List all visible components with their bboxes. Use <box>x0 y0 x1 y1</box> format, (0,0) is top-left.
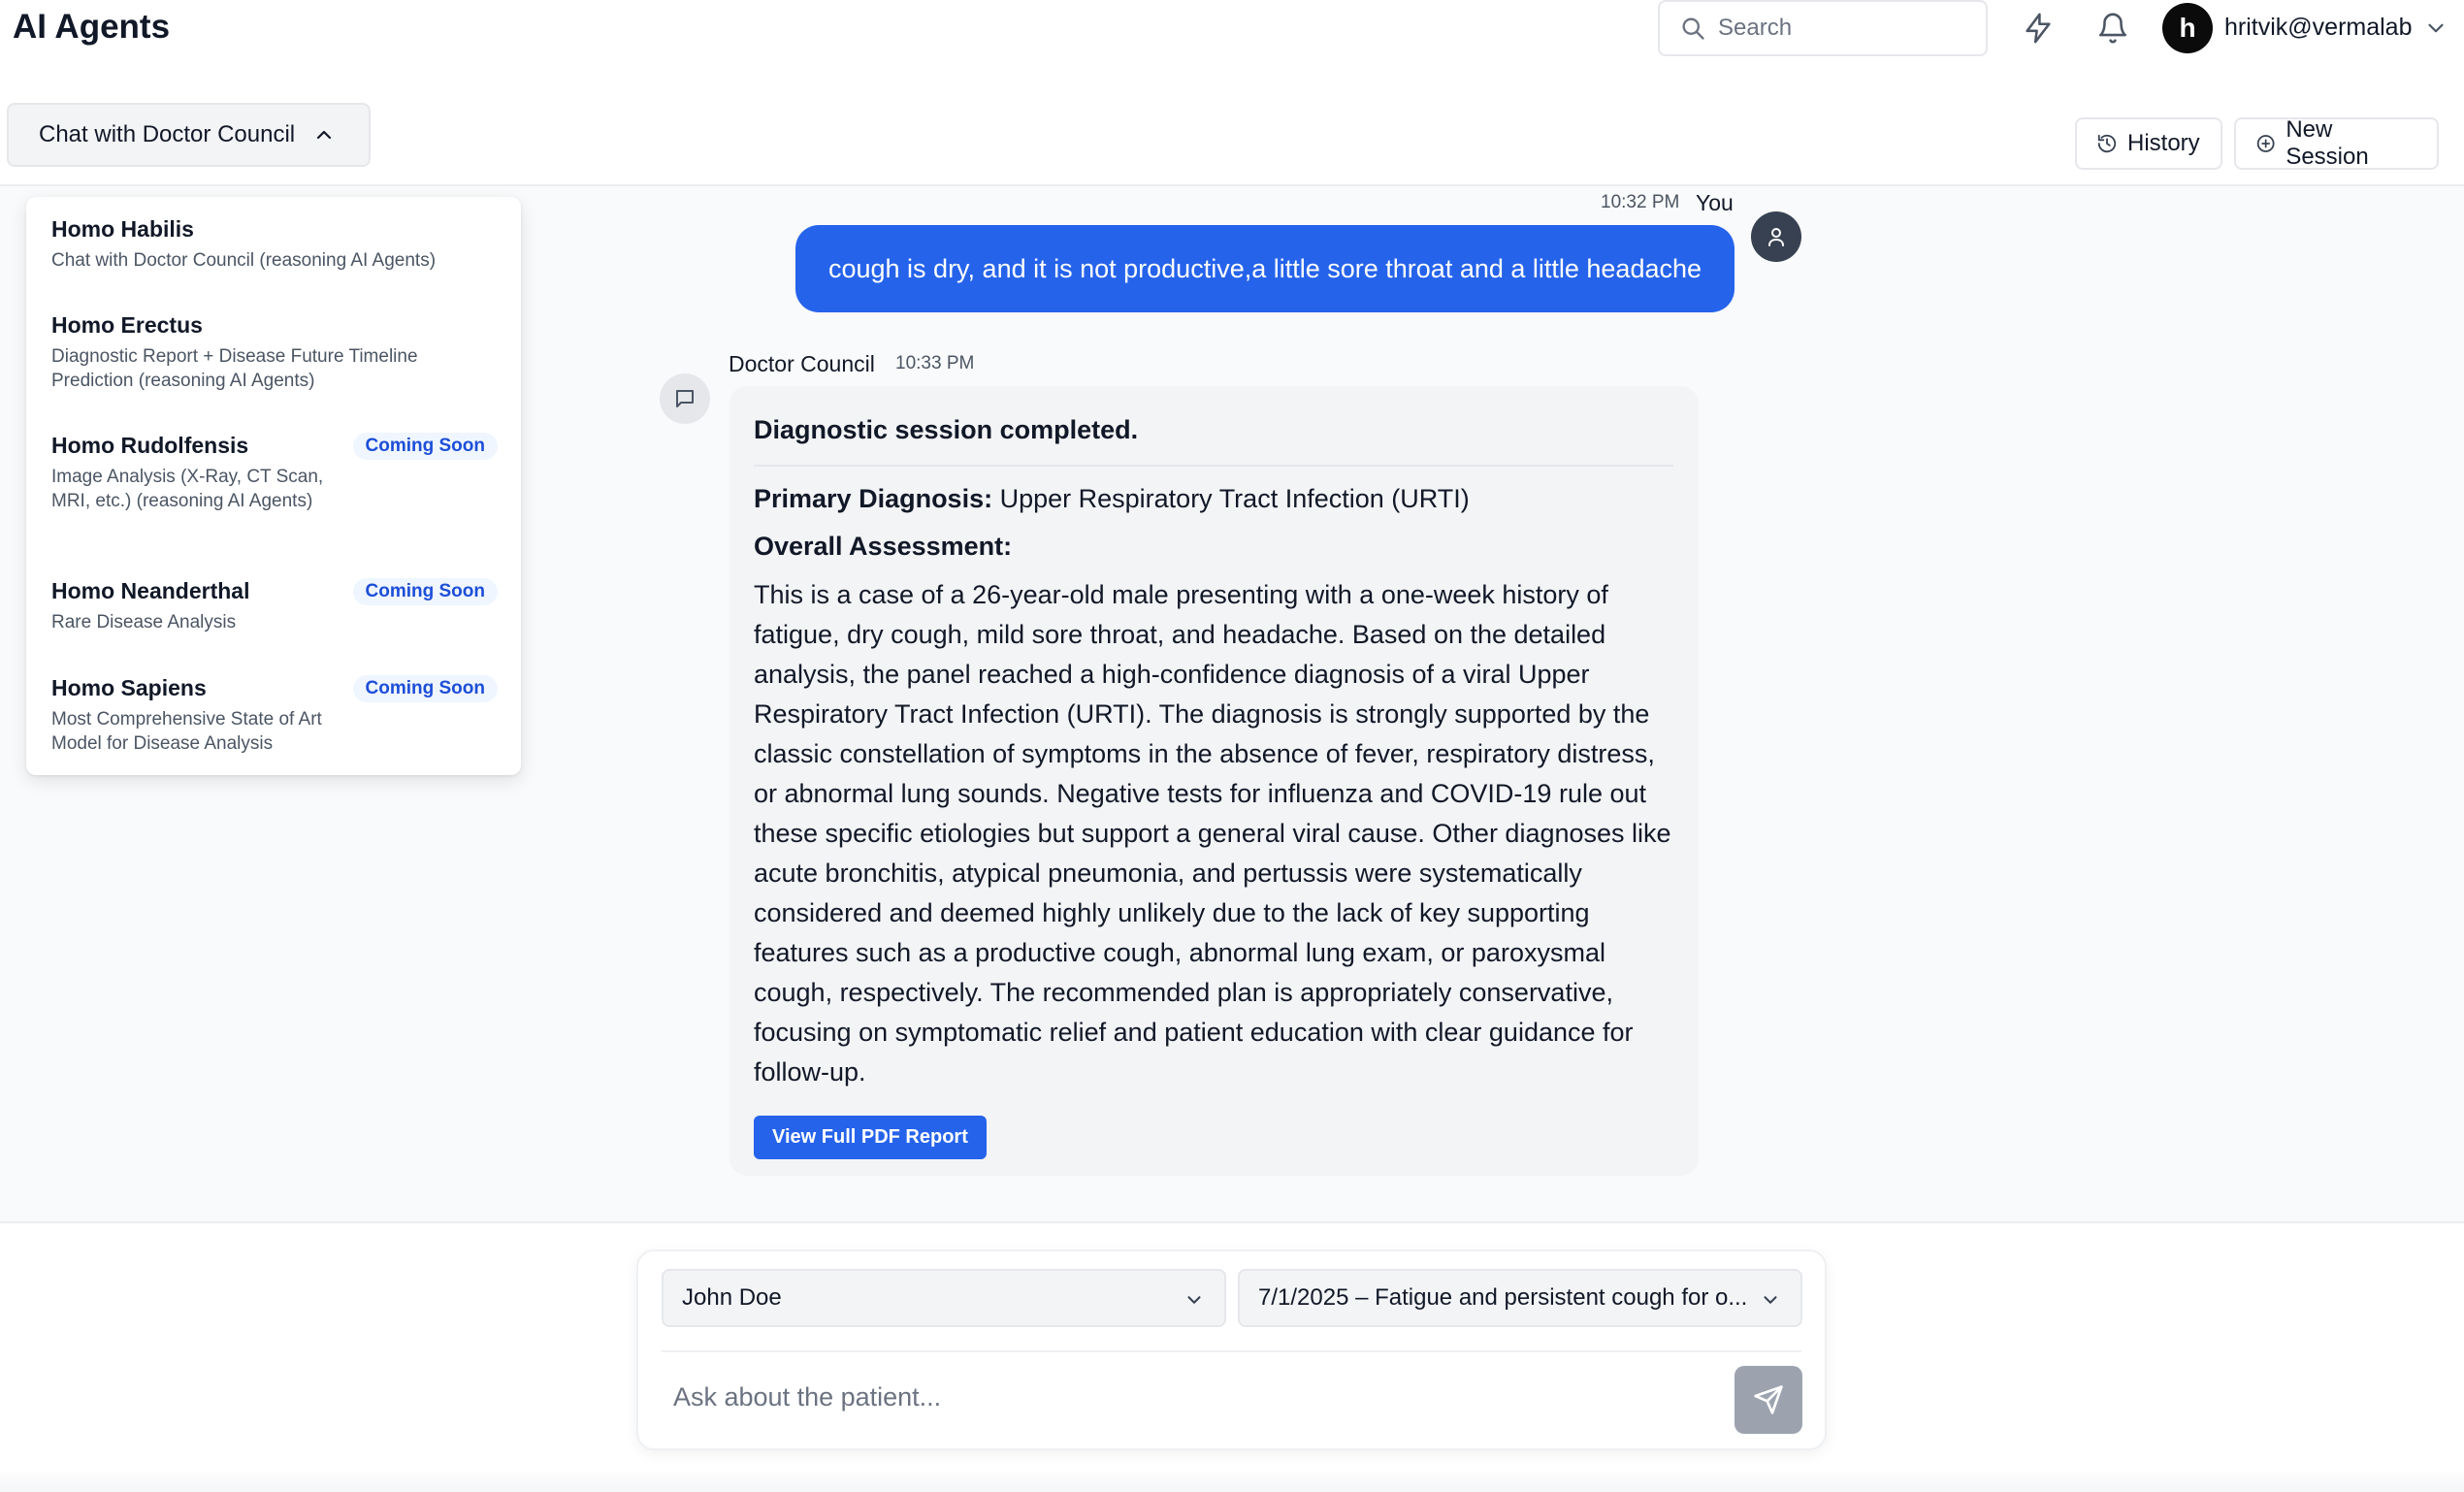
coming-soon-badge: Coming Soon <box>352 675 498 702</box>
agent-item-homo-sapiens[interactable]: Homo Sapiens Most Comprehensive State of… <box>51 675 498 756</box>
chevron-down-icon <box>1764 1296 1777 1304</box>
send-icon <box>1754 1385 1783 1414</box>
bell-icon <box>2098 13 2127 44</box>
card-divider <box>754 465 1673 467</box>
agent-item-description: Rare Disease Analysis <box>51 612 237 632</box>
agent-item-description: Chat with Doctor Council (reasoning AI A… <box>51 250 437 271</box>
history-button[interactable]: History <box>2075 117 2222 170</box>
agent-item-title: Homo Habilis <box>51 216 194 242</box>
new-session-label: New Session <box>2286 116 2369 170</box>
search-box[interactable] <box>1658 0 1988 56</box>
agent-item-description: Diagnostic Report + Disease Future Timel… <box>51 346 418 391</box>
agent-item-homo-neanderthal[interactable]: Homo Neanderthal Rare Disease Analysis C… <box>51 578 498 634</box>
primary-diagnosis-value: Upper Respiratory Tract Infection (URTI) <box>992 484 1470 513</box>
agent-item-homo-habilis[interactable]: Homo Habilis Chat with Doctor Council (r… <box>51 216 498 273</box>
view-pdf-report-button[interactable]: View Full PDF Report <box>754 1116 987 1159</box>
agent-item-homo-erectus[interactable]: Homo Erectus Diagnostic Report + Disease… <box>51 312 498 393</box>
bot-message-card: Diagnostic session completed. Primary Di… <box>729 386 1699 1176</box>
visit-select[interactable]: 7/1/2025 – Fatigue and persistent cough … <box>1238 1269 1802 1327</box>
notifications-button[interactable] <box>2091 6 2135 50</box>
agents-dropdown: Homo Habilis Chat with Doctor Council (r… <box>26 197 521 775</box>
chevron-down-icon <box>1187 1296 1201 1304</box>
search-icon <box>1682 17 1704 40</box>
patient-select-value: John Doe <box>682 1284 782 1311</box>
user-message-time: 10:32 PM <box>1601 192 1680 212</box>
coming-soon-badge: Coming Soon <box>352 578 498 605</box>
composer-divider <box>662 1350 1801 1352</box>
bolt-icon <box>2026 13 2051 44</box>
send-button[interactable] <box>1735 1366 1802 1434</box>
plus-circle-icon <box>2256 135 2275 152</box>
chevron-down-icon[interactable] <box>2423 16 2448 41</box>
assessment-text: This is a case of a 26-year-old male pre… <box>754 580 1671 1087</box>
user-avatar[interactable]: h <box>2162 3 2213 53</box>
top-bar: AI Agents h hritvik@vermalab <box>0 0 2464 58</box>
chat-divider <box>0 1221 2464 1223</box>
visit-select-value: 7/1/2025 – Fatigue and persistent cough … <box>1258 1284 1748 1311</box>
user-message-avatar <box>1751 211 1801 262</box>
search-input[interactable] <box>1718 15 1951 42</box>
ask-input[interactable] <box>673 1373 1643 1421</box>
patient-select[interactable]: John Doe <box>662 1269 1226 1327</box>
message-composer: John Doe 7/1/2025 – Fatigue and persiste… <box>636 1249 1827 1450</box>
history-icon <box>2097 134 2117 153</box>
user-message-bubble: cough is dry, and it is not productive,a… <box>795 225 1735 312</box>
agent-item-description: Image Analysis (X-Ray, CT Scan, MRI, etc… <box>51 467 324 511</box>
user-message-author: You <box>1696 190 1734 215</box>
bolt-button[interactable] <box>2016 6 2060 50</box>
agent-selector-label: Chat with Doctor Council <box>39 121 296 147</box>
user-name[interactable]: hritvik@vermalab <box>2224 14 2412 42</box>
agent-item-title: Homo Erectus <box>51 312 203 338</box>
new-session-button[interactable]: New Session <box>2234 116 2439 170</box>
bottom-edge <box>0 1470 2464 1492</box>
bot-message-author: Doctor Council <box>729 351 875 376</box>
bot-avatar <box>660 373 710 424</box>
app-title: AI Agents <box>13 8 171 46</box>
chevron-up-icon <box>317 130 332 140</box>
coming-soon-badge: Coming Soon <box>352 433 498 460</box>
primary-diagnosis: Primary Diagnosis: Upper Respiratory Tra… <box>754 484 1673 514</box>
message-icon <box>676 390 694 407</box>
assessment-heading: Overall Assessment: <box>754 532 1013 561</box>
primary-diagnosis-label: Primary Diagnosis: <box>754 484 993 513</box>
history-label: History <box>2127 130 2200 156</box>
agent-item-description: Most Comprehensive State of Art Model fo… <box>51 709 322 754</box>
bot-message-time: 10:33 PM <box>895 353 975 373</box>
user-icon <box>1768 228 1784 246</box>
agent-selector-button[interactable]: Chat with Doctor Council <box>7 103 371 167</box>
agent-item-homo-rudolfensis[interactable]: Homo Rudolfensis Image Analysis (X-Ray, … <box>51 433 498 513</box>
diagnosis-heading: Diagnostic session completed. <box>754 415 1139 444</box>
